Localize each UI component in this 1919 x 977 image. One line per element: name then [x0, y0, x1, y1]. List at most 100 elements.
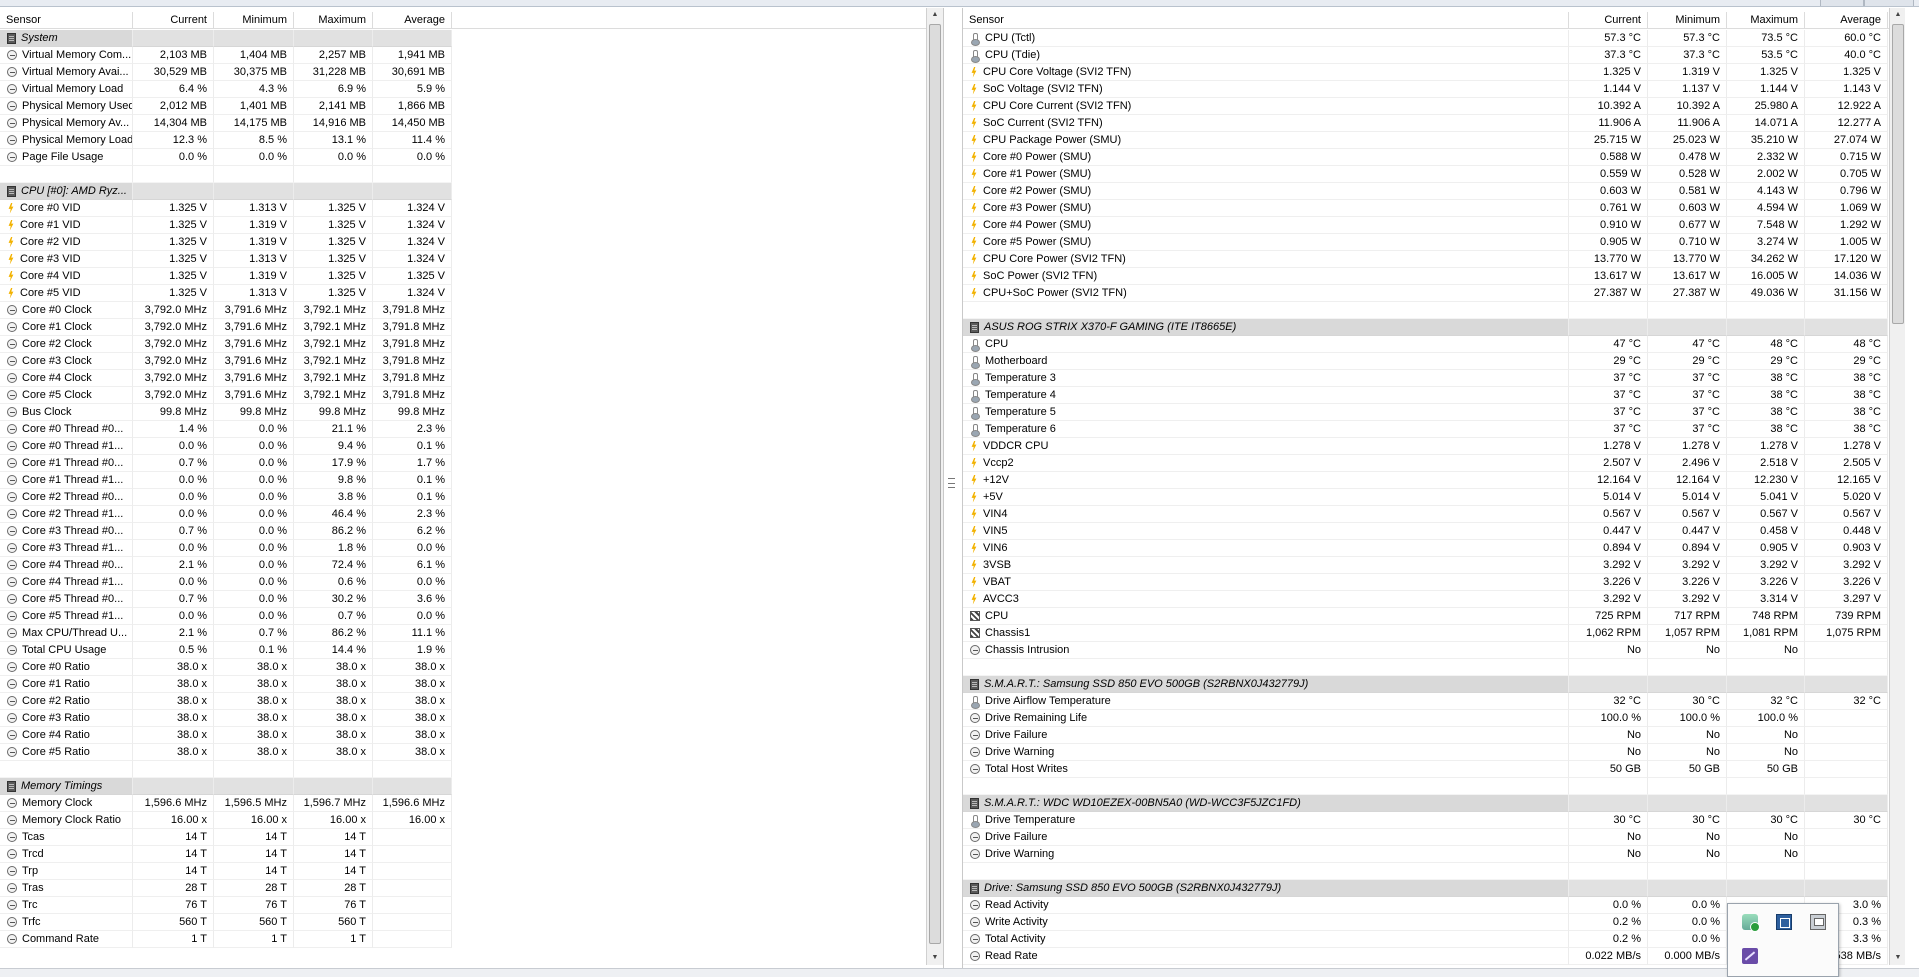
column-sensor[interactable]: Sensor [0, 12, 133, 29]
sensor-row[interactable]: VDDCR CPU 1.278 V 1.278 V 1.278 V 1.278 V [963, 438, 1905, 455]
sensor-row[interactable]: Core #0 Thread #0... 1.4 % 0.0 % 21.1 % 2.3 … [0, 421, 943, 438]
sensor-row[interactable]: Core #1 Power (SMU) 0.559 W 0.528 W 2.002 W… [963, 166, 1905, 183]
sensor-row[interactable]: Max CPU/Thread U... 2.1 % 0.7 % 86.2 % 11.1 … [0, 625, 943, 642]
sensor-row[interactable]: Memory Clock Ratio 16.00 x 16.00 x 16.00 x1… [0, 812, 943, 829]
sensor-row[interactable]: Total Host Writes 50 GB 50 GB 50 GB [963, 761, 1905, 778]
hdd-status-icon[interactable] [1742, 914, 1760, 932]
sensor-row[interactable]: CPU Core Current (SVI2 TFN) 10.392 A 10.39… [963, 98, 1905, 115]
sensor-group-header[interactable]: System [0, 30, 943, 47]
sensor-row[interactable]: Core #5 Thread #1... 0.0 % 0.0 % 0.7 % 0.0 % [0, 608, 943, 625]
sensor-row[interactable]: Virtual Memory Load 6.4 % 4.3 % 6.9 % 5.9 % [0, 81, 943, 98]
sensor-row[interactable]: Tcas 14 T 14 T 14 T [0, 829, 943, 846]
sensor-row[interactable]: Core #3 Power (SMU) 0.761 W 0.603 W 4.594 W… [963, 200, 1905, 217]
sensor-row[interactable]: Core #5 Thread #0... 0.7 % 0.0 % 30.2 % 3.6 … [0, 591, 943, 608]
sensor-group-header[interactable]: Memory Timings [0, 778, 943, 795]
sensor-row[interactable]: Motherboard 29 °C 29 °C 29 °C 29 °C [963, 353, 1905, 370]
sensor-row[interactable]: Core #4 Clock 3,792.0 MHz 3,791.6 MHz 3,792… [0, 370, 943, 387]
sensor-row[interactable]: Core #4 VID 1.325 V 1.319 V 1.325 V 1.325 V [0, 268, 943, 285]
sensor-row[interactable]: SoC Current (SVI2 TFN) 11.906 A 11.906 A 14… [963, 115, 1905, 132]
column-current[interactable]: Current [133, 12, 214, 29]
scroll-down-arrow-icon[interactable]: ▼ [1890, 951, 1905, 965]
sensor-group-header[interactable]: S.M.A.R.T.: WDC WD10EZEX-00BN5A0 (WD-WCC… [963, 795, 1905, 812]
sensor-row[interactable]: Tras 28 T 28 T 28 T [0, 880, 943, 897]
vertical-scrollbar-right[interactable]: ▲ ▼ [1889, 8, 1905, 965]
scroll-thumb[interactable] [929, 24, 941, 944]
sensor-row[interactable]: Core #2 Clock 3,792.0 MHz 3,791.6 MHz 3,792… [0, 336, 943, 353]
sensor-row[interactable]: VIN4 0.567 V 0.567 V 0.567 V 0.567 V [963, 506, 1905, 523]
sensor-row[interactable]: Core #2 VID 1.325 V 1.319 V 1.325 V 1.324 V [0, 234, 943, 251]
sensor-row[interactable]: Core #1 Thread #1... 0.0 % 0.0 % 9.8 % 0.1 % [0, 472, 943, 489]
sensor-group-header[interactable]: CPU [#0]: AMD Ryz... [0, 183, 943, 200]
sensor-row[interactable]: VIN5 0.447 V 0.447 V 0.458 V 0.448 V [963, 523, 1905, 540]
sensor-row[interactable]: Temperature 4 37 °C 37 °C 38 °C 38 °C [963, 387, 1905, 404]
sensor-row[interactable]: Core #2 Thread #0... 0.0 % 0.0 % 3.8 % 0.1 % [0, 489, 943, 506]
sensor-row[interactable]: CPU 725 RPM 717 RPM 748 RPM 739 RPM [963, 608, 1905, 625]
sensor-row[interactable]: Core #0 Ratio 38.0 x 38.0 x 38.0 x 38.0 x [0, 659, 943, 676]
column-maximum[interactable]: Maximum [294, 12, 373, 29]
sensor-row[interactable]: VBAT 3.226 V 3.226 V 3.226 V 3.226 V [963, 574, 1905, 591]
sensor-row[interactable]: 3VSB 3.292 V 3.292 V 3.292 V 3.292 V [963, 557, 1905, 574]
sensor-row[interactable]: +12V 12.164 V 12.164 V 12.230 V 12.165 V [963, 472, 1905, 489]
sensor-row[interactable]: Core #5 Clock 3,792.0 MHz 3,791.6 MHz 3,792… [0, 387, 943, 404]
column-average[interactable]: Average [373, 12, 452, 29]
sensor-row[interactable]: Core #1 Thread #0... 0.7 % 0.0 % 17.9 % 1.7 … [0, 455, 943, 472]
graph-icon[interactable] [1742, 948, 1758, 964]
sensor-row[interactable]: Core #0 Power (SMU) 0.588 W 0.478 W 2.332 W… [963, 149, 1905, 166]
minimize-button[interactable] [1820, 0, 1864, 6]
sensor-group-header[interactable]: Drive: Samsung SSD 850 EVO 500GB (S2RBNX… [963, 880, 1905, 897]
sensor-row[interactable]: Bus Clock 99.8 MHz 99.8 MHz 99.8 MHz 99.8 MH… [0, 404, 943, 421]
scroll-down-arrow-icon[interactable]: ▼ [927, 951, 943, 965]
sensor-row[interactable]: VIN6 0.894 V 0.894 V 0.905 V 0.903 V [963, 540, 1905, 557]
save-log-icon[interactable] [1776, 914, 1792, 930]
sensor-row[interactable]: Core #2 Power (SMU) 0.603 W 0.581 W 4.143 W… [963, 183, 1905, 200]
column-maximum[interactable]: Maximum [1727, 12, 1805, 29]
sensor-row[interactable]: CPU Core Power (SVI2 TFN) 13.770 W 13.770 … [963, 251, 1905, 268]
column-current[interactable]: Current [1569, 12, 1648, 29]
settings-icon[interactable] [1810, 914, 1826, 930]
sensor-row[interactable]: Core #5 VID 1.325 V 1.313 V 1.325 V 1.324 V [0, 285, 943, 302]
sensor-row[interactable]: Total CPU Usage 0.5 % 0.1 % 14.4 % 1.9 % [0, 642, 943, 659]
sensor-row[interactable]: Core #3 Thread #0... 0.7 % 0.0 % 86.2 % 6.2 … [0, 523, 943, 540]
sensor-row[interactable]: Command Rate 1 T1 T1 T [0, 931, 943, 948]
sensor-row[interactable]: Vccp2 2.507 V 2.496 V 2.518 V 2.505 V [963, 455, 1905, 472]
sensor-row[interactable]: Core #5 Ratio 38.0 x 38.0 x 38.0 x 38.0 x [0, 744, 943, 761]
sensor-row[interactable]: Trc 76 T 76 T 76 T [0, 897, 943, 914]
sensor-row[interactable]: Drive Warning No No No [963, 846, 1905, 863]
panel-splitter[interactable] [944, 8, 962, 968]
sensor-row[interactable]: Core #1 Ratio 38.0 x 38.0 x 38.0 x 38.0 x [0, 676, 943, 693]
sensor-row[interactable]: SoC Voltage (SVI2 TFN) 1.144 V 1.137 V 1.14… [963, 81, 1905, 98]
sensor-row[interactable]: Page File Usage 0.0 % 0.0 % 0.0 % 0.0 % [0, 149, 943, 166]
sensor-row[interactable]: Core #2 Ratio 38.0 x 38.0 x 38.0 x 38.0 x [0, 693, 943, 710]
sensor-row[interactable]: AVCC3 3.292 V 3.292 V 3.314 V 3.297 V [963, 591, 1905, 608]
sensor-row[interactable]: Core #0 Thread #1... 0.0 % 0.0 % 9.4 % 0.1 % [0, 438, 943, 455]
sensor-row[interactable]: Core #4 Ratio 38.0 x 38.0 x 38.0 x 38.0 x [0, 727, 943, 744]
sensor-row[interactable]: Core #3 Ratio 38.0 x 38.0 x 38.0 x 38.0 x [0, 710, 943, 727]
sensor-row[interactable]: Chassis1 1,062 RPM 1,057 RPM 1,081 RPM 1,075… [963, 625, 1905, 642]
sensor-row[interactable]: Trfc 560 T 560 T 560 T [0, 914, 943, 931]
column-average[interactable]: Average [1805, 12, 1888, 29]
sensor-row[interactable]: Virtual Memory Com... 2,103 MB 1,404 MB 2,2… [0, 47, 943, 64]
sensor-row[interactable]: Drive Airflow Temperature 32 °C 30 °C 32 °C… [963, 693, 1905, 710]
sensor-row[interactable]: Physical Memory Av... 14,304 MB 14,175 MB 1… [0, 115, 943, 132]
sensor-row[interactable]: Temperature 3 37 °C 37 °C 38 °C 38 °C [963, 370, 1905, 387]
sensor-row[interactable]: Core #1 VID 1.325 V 1.319 V 1.325 V 1.324 V [0, 217, 943, 234]
sensor-row[interactable]: Chassis Intrusion No No No [963, 642, 1905, 659]
sensor-row[interactable]: Core #1 Clock 3,792.0 MHz 3,791.6 MHz 3,792… [0, 319, 943, 336]
sensor-row[interactable]: Core #2 Thread #1... 0.0 % 0.0 % 46.4 % 2.3 … [0, 506, 943, 523]
sensor-row[interactable]: Core #3 Thread #1... 0.0 % 0.0 % 1.8 % 0.0 % [0, 540, 943, 557]
sensor-row[interactable]: Physical Memory Load 12.3 % 8.5 % 13.1 % 11.… [0, 132, 943, 149]
sensor-row[interactable]: CPU+SoC Power (SVI2 TFN) 27.387 W 27.387 W… [963, 285, 1905, 302]
column-minimum[interactable]: Minimum [214, 12, 294, 29]
sensor-row[interactable]: Drive Temperature 30 °C 30 °C 30 °C 30 °C [963, 812, 1905, 829]
sensor-row[interactable]: Physical Memory Used 2,012 MB 1,401 MB 2,14… [0, 98, 943, 115]
column-minimum[interactable]: Minimum [1648, 12, 1727, 29]
sensor-row[interactable]: CPU (Tdie) 37.3 °C 37.3 °C 53.5 °C 40.0 °C [963, 47, 1905, 64]
sensor-row[interactable]: Temperature 5 37 °C 37 °C 38 °C 38 °C [963, 404, 1905, 421]
sensor-row[interactable]: Core #5 Power (SMU) 0.905 W 0.710 W 3.274 W… [963, 234, 1905, 251]
column-sensor[interactable]: Sensor [963, 12, 1569, 29]
sensor-row[interactable]: Trp 14 T 14 T 14 T [0, 863, 943, 880]
scroll-thumb[interactable] [1892, 24, 1904, 324]
sensor-group-header[interactable]: S.M.A.R.T.: Samsung SSD 850 EVO 500GB (S… [963, 676, 1905, 693]
vertical-scrollbar-left[interactable]: ▲ ▼ [926, 8, 943, 965]
sensor-row[interactable]: Drive Remaining Life 100.0 % 100.0 % 100.0 … [963, 710, 1905, 727]
